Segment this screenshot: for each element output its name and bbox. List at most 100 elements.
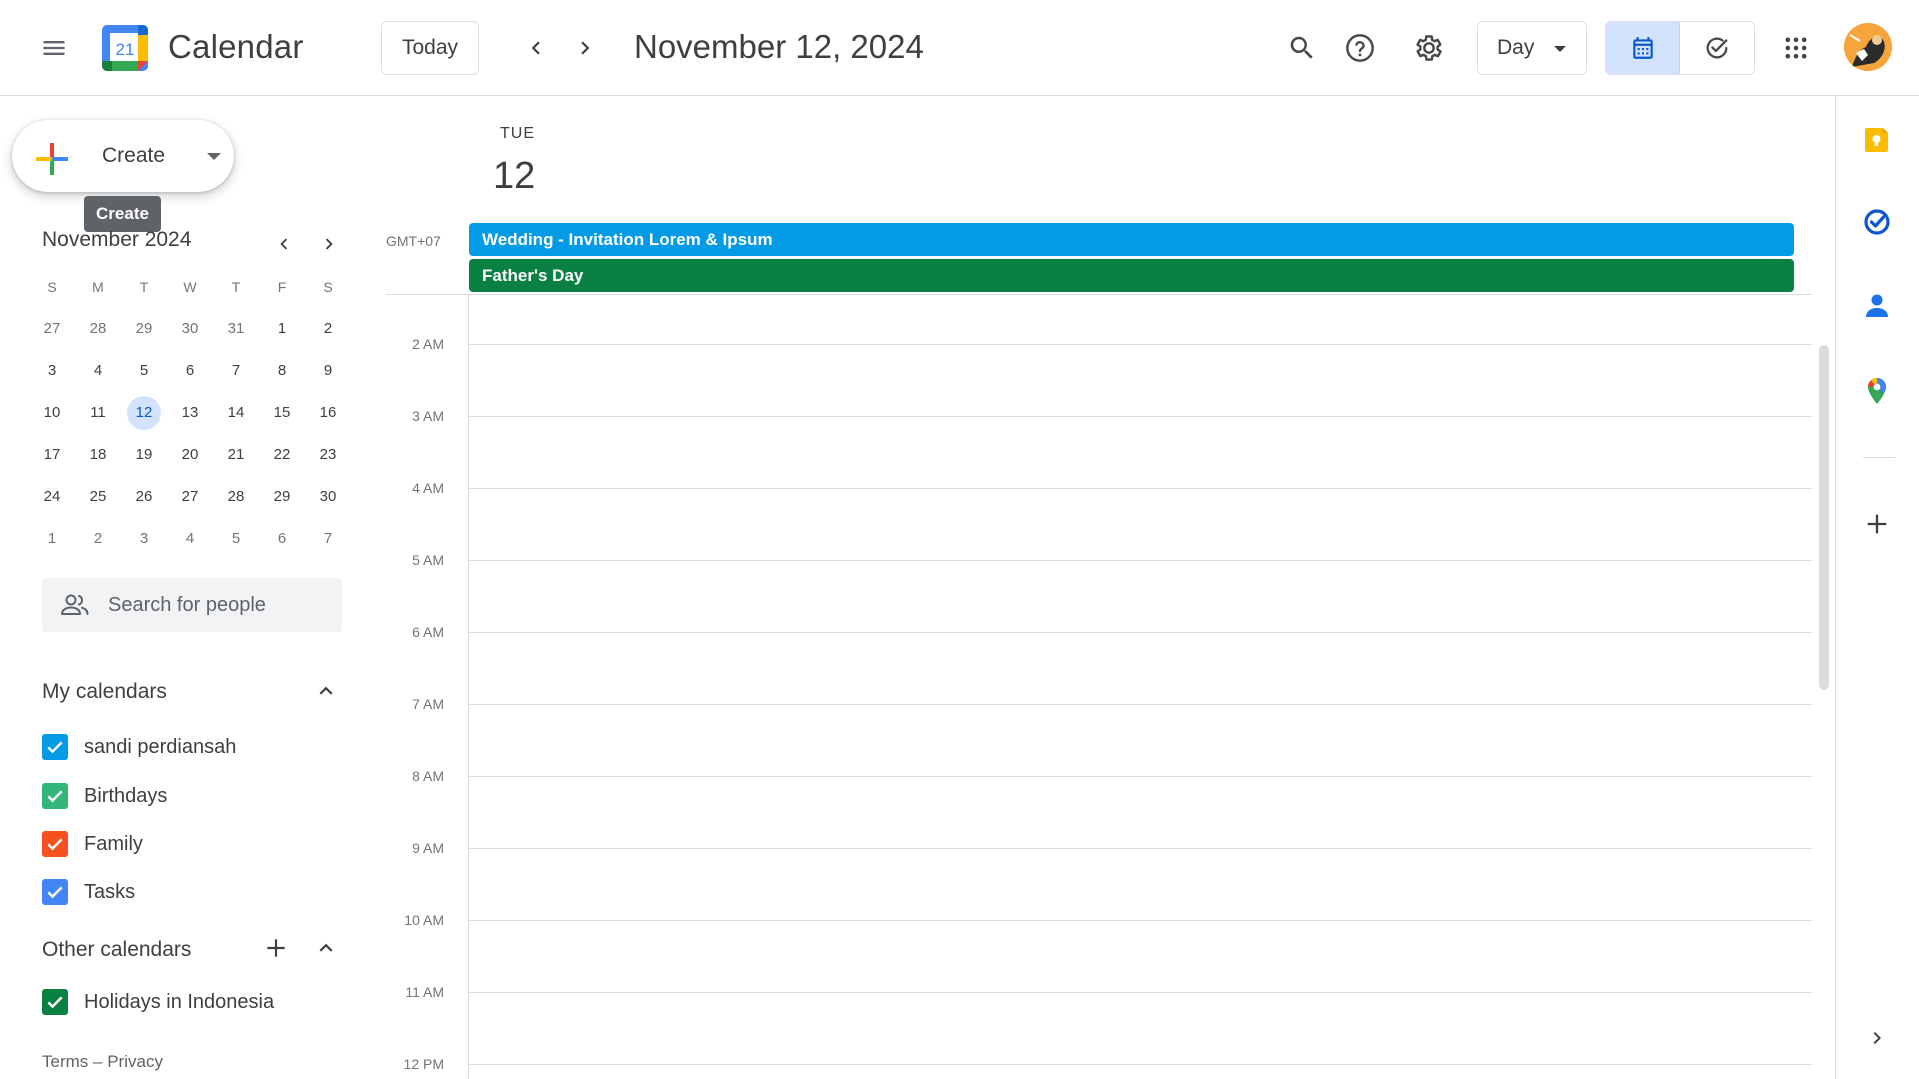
search-button[interactable] — [1278, 24, 1326, 72]
calendar-logo[interactable]: 21 — [100, 23, 150, 73]
mini-calendar-day[interactable]: 19 — [121, 438, 167, 472]
my-calendars-collapse-button[interactable] — [308, 673, 344, 709]
mini-calendar-day[interactable]: 6 — [259, 522, 305, 556]
mini-calendar-day[interactable]: 9 — [305, 354, 351, 388]
mini-calendar-day[interactable]: 18 — [75, 438, 121, 472]
next-period-button[interactable] — [561, 24, 609, 72]
mini-calendar-day[interactable]: 29 — [259, 480, 305, 514]
support-button[interactable] — [1336, 24, 1384, 72]
mini-calendar-day-today[interactable]: 12 — [121, 396, 167, 430]
mini-calendar-day[interactable]: 15 — [259, 396, 305, 430]
contacts-button[interactable] — [1855, 284, 1899, 328]
checkbox-checked-icon[interactable] — [42, 831, 68, 857]
all-day-event[interactable]: Wedding - Invitation Lorem & Ipsum — [469, 223, 1794, 256]
calendar-item-family[interactable]: Family — [42, 824, 143, 864]
get-add-ons-button[interactable] — [1855, 502, 1899, 546]
create-button[interactable]: Create — [12, 120, 234, 192]
previous-period-button[interactable] — [512, 24, 560, 72]
tasks-button[interactable] — [1855, 200, 1899, 244]
chevron-right-icon — [581, 41, 590, 55]
mini-calendar-day[interactable]: 27 — [167, 480, 213, 514]
time-grid-scrollbar[interactable] — [1819, 345, 1829, 690]
mini-calendar-day[interactable]: 25 — [75, 480, 121, 514]
mini-calendar-day[interactable]: 4 — [75, 354, 121, 388]
show-side-panel-button[interactable] — [1855, 1016, 1899, 1060]
settings-button[interactable] — [1405, 24, 1453, 72]
account-avatar[interactable] — [1844, 23, 1892, 71]
other-calendars-collapse-button[interactable] — [308, 930, 344, 966]
mini-calendar-day[interactable]: 31 — [213, 312, 259, 346]
mini-calendar-day[interactable]: 6 — [167, 354, 213, 388]
mini-calendar-day[interactable]: 14 — [213, 396, 259, 430]
maps-button[interactable] — [1855, 369, 1899, 413]
mini-calendar-day[interactable]: 20 — [167, 438, 213, 472]
mini-calendar-title: November 2024 — [42, 228, 192, 251]
mini-calendar-day[interactable]: 2 — [305, 312, 351, 346]
hour-gridline — [468, 992, 1812, 993]
mini-calendar-day[interactable]: 1 — [259, 312, 305, 346]
mini-calendar-day[interactable]: 28 — [75, 312, 121, 346]
chevron-up-icon — [319, 686, 333, 695]
calendar-name: Holidays in Indonesia — [84, 990, 275, 1013]
checkbox-checked-icon[interactable] — [42, 734, 68, 760]
mini-calendar-week: 24 25 26 27 28 29 30 — [29, 476, 353, 518]
day-number-link[interactable]: 12 — [493, 155, 535, 198]
mini-calendar-day[interactable]: 7 — [305, 522, 351, 556]
mini-calendar-day[interactable]: 26 — [121, 480, 167, 514]
calendar-tasks-switch — [1605, 21, 1755, 75]
mini-calendar-day[interactable]: 7 — [213, 354, 259, 388]
mini-calendar-day[interactable]: 4 — [167, 522, 213, 556]
mini-calendar-day[interactable]: 23 — [305, 438, 351, 472]
mini-calendar-day[interactable]: 22 — [259, 438, 305, 472]
calendar-item-holidays-in-indonesia[interactable]: Holidays in Indonesia — [42, 982, 274, 1022]
mini-calendar-day[interactable]: 11 — [75, 396, 121, 430]
search-people-input[interactable]: Search for people — [42, 578, 342, 632]
calendar-name: Tasks — [84, 880, 136, 903]
mini-calendar-day[interactable]: 8 — [259, 354, 305, 388]
create-dropdown-caret-icon[interactable] — [207, 153, 221, 160]
checkbox-checked-icon[interactable] — [42, 879, 68, 905]
keep-button[interactable] — [1855, 118, 1899, 162]
mini-calendar-day[interactable]: 13 — [167, 396, 213, 430]
checkbox-checked-icon[interactable] — [42, 783, 68, 809]
switch-to-tasks-button[interactable] — [1680, 22, 1754, 74]
weekday-label: T — [139, 279, 149, 295]
calendar-item-sandi-perdiansah[interactable]: sandi perdiansah — [42, 727, 236, 767]
view-selector[interactable]: Day — [1477, 21, 1587, 75]
mini-calendar-day[interactable]: 16 — [305, 396, 351, 430]
mini-calendar-day[interactable]: 5 — [213, 522, 259, 556]
switch-to-calendar-button[interactable] — [1606, 22, 1680, 74]
add-other-calendar-button[interactable] — [258, 930, 294, 966]
today-button[interactable]: Today — [381, 21, 479, 75]
mini-calendar-previous-month-button[interactable] — [266, 226, 302, 262]
mini-calendar-day[interactable]: 30 — [305, 480, 351, 514]
calendar-item-birthdays[interactable]: Birthdays — [42, 776, 167, 816]
mini-calendar-day[interactable]: 1 — [29, 522, 75, 556]
mini-calendar-day[interactable]: 29 — [121, 312, 167, 346]
mini-calendar-next-month-button[interactable] — [311, 226, 347, 262]
checkbox-checked-icon[interactable] — [42, 989, 68, 1015]
mini-calendar-day[interactable]: 30 — [167, 312, 213, 346]
other-calendars-heading[interactable]: Other calendars — [42, 938, 191, 962]
mini-calendar-day[interactable]: 17 — [29, 438, 75, 472]
all-day-event[interactable]: Father's Day — [469, 259, 1794, 292]
hour-label: 2 AM — [412, 336, 444, 352]
privacy-link[interactable]: Privacy — [107, 1052, 163, 1071]
terms-link[interactable]: Terms — [42, 1052, 88, 1071]
mini-calendar-day[interactable]: 3 — [29, 354, 75, 388]
mini-calendar-day[interactable]: 3 — [121, 522, 167, 556]
weekday-label: W — [183, 279, 197, 295]
google-apps-button[interactable] — [1772, 24, 1820, 72]
mini-calendar-day[interactable]: 27 — [29, 312, 75, 346]
main-menu-button[interactable] — [30, 24, 78, 72]
mini-calendar-day[interactable]: 10 — [29, 396, 75, 430]
mini-calendar-grid: S M T W T F S 27 28 29 30 31 1 2 3 4 5 6… — [29, 266, 353, 560]
mini-calendar-day[interactable]: 28 — [213, 480, 259, 514]
my-calendars-heading[interactable]: My calendars — [42, 680, 167, 704]
mini-calendar-day[interactable]: 24 — [29, 480, 75, 514]
calendar-item-tasks[interactable]: Tasks — [42, 872, 135, 912]
mini-calendar-day[interactable]: 21 — [213, 438, 259, 472]
mini-calendar-day[interactable]: 2 — [75, 522, 121, 556]
mini-calendar-day[interactable]: 5 — [121, 354, 167, 388]
people-icon — [61, 594, 89, 615]
